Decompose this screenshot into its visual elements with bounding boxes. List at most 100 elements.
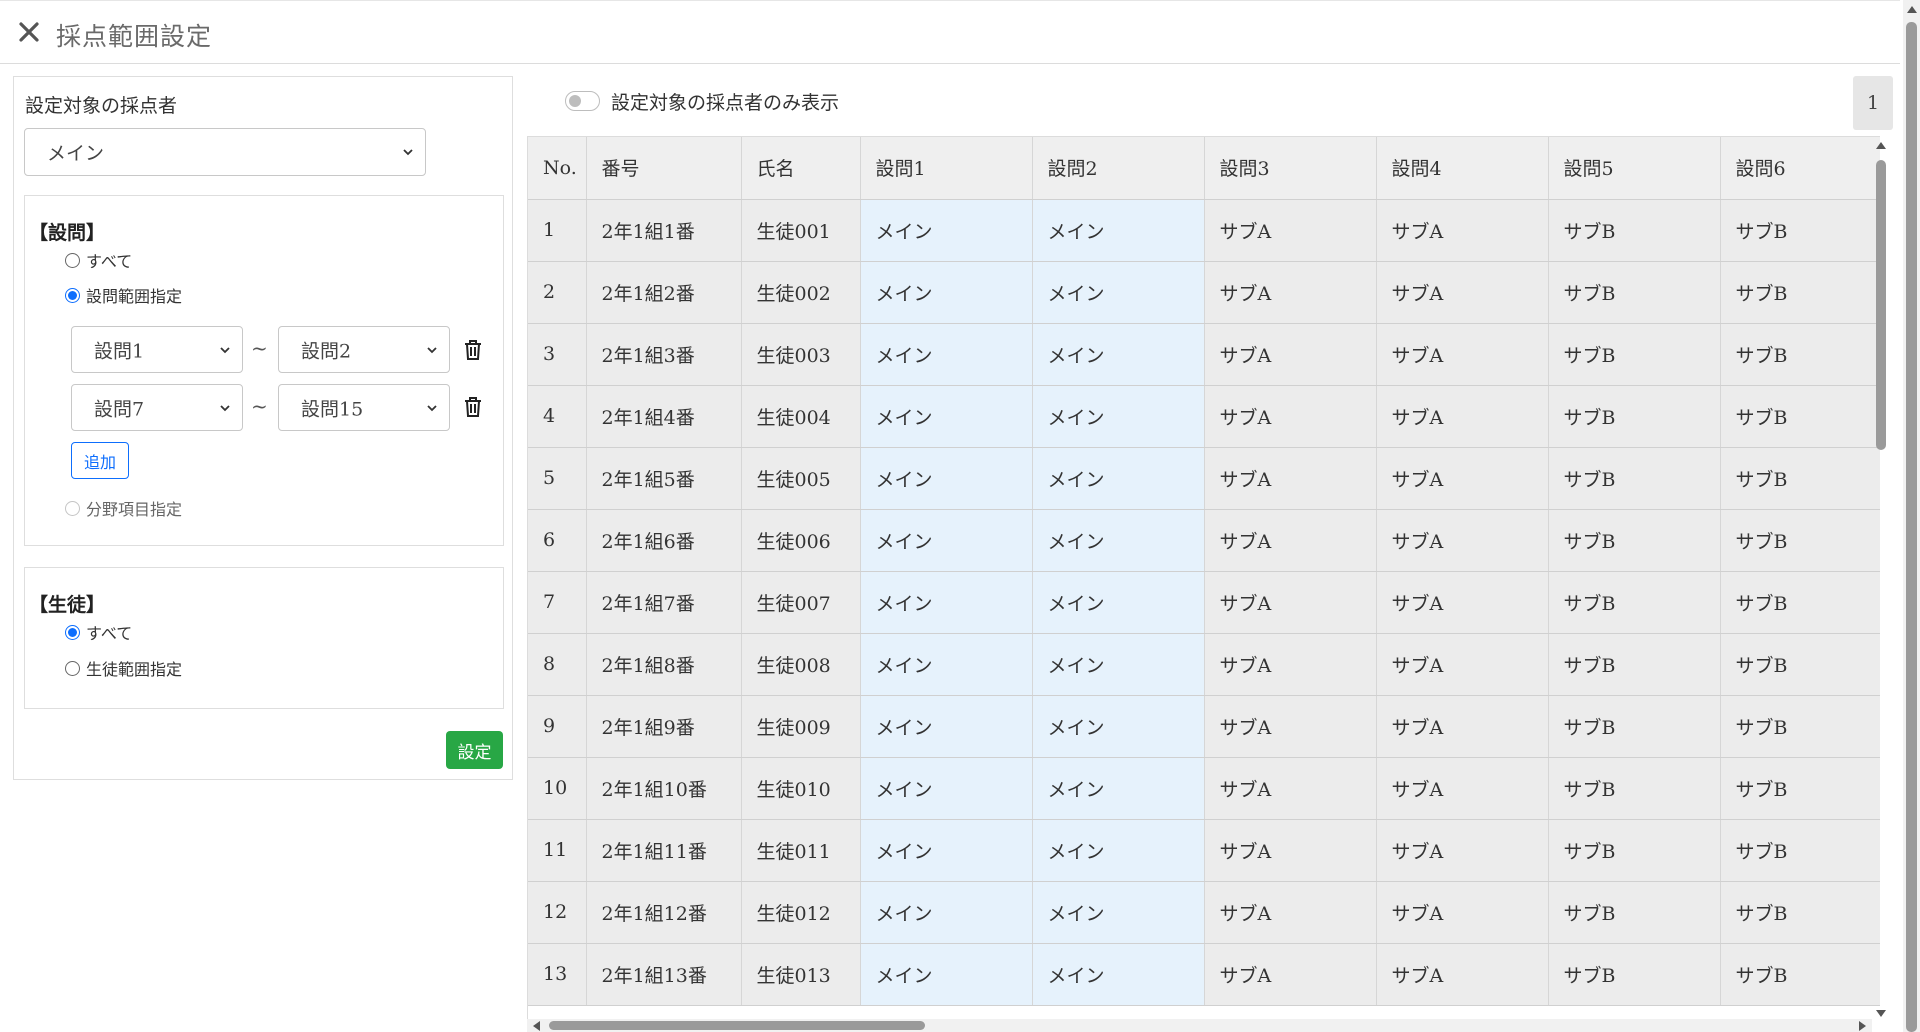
table-cell[interactable]: サブB (1548, 323, 1721, 386)
table-cell[interactable]: サブA (1204, 881, 1377, 944)
table-cell[interactable]: サブB (1720, 633, 1880, 696)
table-cell[interactable]: メイン (1032, 695, 1205, 758)
scroll-thumb[interactable] (1876, 160, 1886, 450)
table-cell[interactable]: サブA (1376, 881, 1549, 944)
table-cell[interactable]: メイン (860, 881, 1033, 944)
table-row[interactable]: 3 2年1組3番 生徒003 メイン メイン サブA サブA サブB サブB (528, 323, 1880, 386)
table-cell[interactable]: サブA (1376, 447, 1549, 510)
table-row[interactable]: 12 2年1組12番 生徒012 メイン メイン サブA サブA サブB サブB (528, 881, 1880, 944)
table-row[interactable]: 9 2年1組9番 生徒009 メイン メイン サブA サブA サブB サブB (528, 695, 1880, 758)
table-cell[interactable]: メイン (860, 385, 1033, 448)
table-cell[interactable]: メイン (860, 261, 1033, 324)
scroll-down-icon[interactable] (1876, 1010, 1886, 1017)
table-row[interactable]: 8 2年1組8番 生徒008 メイン メイン サブA サブA サブB サブB (528, 633, 1880, 696)
student-range-option[interactable]: 生徒範囲指定 (65, 656, 182, 680)
table-horizontal-scrollbar[interactable] (527, 1019, 1872, 1032)
table-cell[interactable]: サブA (1376, 323, 1549, 386)
table-cell[interactable]: メイン (860, 819, 1033, 882)
close-icon[interactable] (14, 17, 44, 47)
table-cell[interactable]: サブB (1548, 199, 1721, 262)
table-cell[interactable]: サブA (1204, 323, 1377, 386)
table-cell[interactable]: サブA (1204, 943, 1377, 1006)
table-cell[interactable]: サブB (1720, 943, 1880, 1006)
table-cell[interactable]: サブB (1720, 323, 1880, 386)
table-cell[interactable]: サブA (1204, 633, 1377, 696)
table-row[interactable]: 5 2年1組5番 生徒005 メイン メイン サブA サブA サブB サブB (528, 447, 1880, 510)
table-cell[interactable]: サブA (1376, 571, 1549, 634)
table-cell[interactable]: サブB (1548, 509, 1721, 572)
table-cell[interactable]: メイン (1032, 757, 1205, 820)
table-cell[interactable]: サブB (1548, 385, 1721, 448)
table-row[interactable]: 10 2年1組10番 生徒010 メイン メイン サブA サブA サブB サブB (528, 757, 1880, 820)
scroll-up-icon[interactable] (1907, 6, 1917, 13)
table-cell[interactable]: サブA (1376, 695, 1549, 758)
table-cell[interactable]: サブA (1376, 509, 1549, 572)
table-cell[interactable]: メイン (860, 571, 1033, 634)
table-cell[interactable]: サブA (1376, 199, 1549, 262)
table-cell[interactable]: サブB (1548, 819, 1721, 882)
table-cell[interactable]: サブB (1548, 571, 1721, 634)
table-cell[interactable]: メイン (1032, 819, 1205, 882)
table-cell[interactable]: サブB (1720, 447, 1880, 510)
table-cell[interactable]: メイン (860, 695, 1033, 758)
range2-to-select[interactable]: 設問15 (278, 384, 450, 431)
trash-icon[interactable] (462, 395, 484, 419)
page-number-button[interactable]: 1 (1853, 76, 1893, 130)
table-row[interactable]: 1 2年1組1番 生徒001 メイン メイン サブA サブA サブB サブB (528, 199, 1880, 262)
radio-student-range[interactable] (65, 660, 80, 676)
radio-field-item[interactable] (65, 500, 80, 516)
table-cell[interactable]: サブA (1204, 385, 1377, 448)
table-cell[interactable]: メイン (860, 509, 1033, 572)
table-cell[interactable]: メイン (860, 199, 1033, 262)
scroll-left-icon[interactable] (533, 1021, 540, 1031)
table-cell[interactable]: サブA (1204, 695, 1377, 758)
student-all-option[interactable]: すべて (65, 620, 132, 644)
table-cell[interactable]: サブA (1204, 447, 1377, 510)
add-range-button[interactable]: 追加 (71, 442, 129, 479)
table-cell[interactable]: サブB (1548, 261, 1721, 324)
table-cell[interactable]: サブB (1548, 881, 1721, 944)
table-cell[interactable]: サブA (1204, 571, 1377, 634)
table-cell[interactable]: サブA (1376, 757, 1549, 820)
scroll-right-icon[interactable] (1859, 1021, 1866, 1031)
table-cell[interactable]: サブB (1548, 943, 1721, 1006)
table-cell[interactable]: メイン (1032, 447, 1205, 510)
table-cell[interactable]: メイン (860, 323, 1033, 386)
table-cell[interactable]: メイン (1032, 323, 1205, 386)
table-cell[interactable]: サブA (1376, 385, 1549, 448)
table-row[interactable]: 11 2年1組11番 生徒011 メイン メイン サブA サブA サブB サブB (528, 819, 1880, 882)
table-cell[interactable]: サブA (1204, 819, 1377, 882)
table-cell[interactable]: サブB (1548, 757, 1721, 820)
range2-from-select[interactable]: 設問7 (71, 384, 243, 431)
table-cell[interactable]: メイン (1032, 261, 1205, 324)
filter-toggle[interactable] (565, 91, 600, 111)
table-row[interactable]: 13 2年1組13番 生徒013 メイン メイン サブA サブA サブB サブB (528, 943, 1880, 1006)
table-cell[interactable]: サブB (1548, 633, 1721, 696)
table-cell[interactable]: サブB (1548, 447, 1721, 510)
set-button[interactable]: 設定 (446, 731, 503, 769)
table-vertical-scrollbar[interactable] (1872, 136, 1890, 1023)
table-cell[interactable]: メイン (1032, 571, 1205, 634)
table-row[interactable]: 6 2年1組6番 生徒006 メイン メイン サブA サブA サブB サブB (528, 509, 1880, 572)
table-cell[interactable]: メイン (860, 757, 1033, 820)
field-item-option[interactable]: 分野項目指定 (65, 496, 182, 520)
table-cell[interactable]: サブA (1376, 819, 1549, 882)
table-row[interactable]: 7 2年1組7番 生徒007 メイン メイン サブA サブA サブB サブB (528, 571, 1880, 634)
radio-student-all[interactable] (65, 624, 80, 640)
table-cell[interactable]: サブB (1720, 261, 1880, 324)
table-cell[interactable]: サブA (1204, 261, 1377, 324)
radio-question-all[interactable] (65, 252, 80, 268)
table-row[interactable]: 4 2年1組4番 生徒004 メイン メイン サブA サブA サブB サブB (528, 385, 1880, 448)
scroll-thumb[interactable] (1906, 22, 1917, 1032)
table-cell[interactable]: サブB (1548, 695, 1721, 758)
table-cell[interactable]: サブA (1204, 757, 1377, 820)
trash-icon[interactable] (462, 338, 484, 362)
scroll-thumb[interactable] (549, 1021, 925, 1030)
table-cell[interactable]: メイン (1032, 385, 1205, 448)
table-cell[interactable]: サブB (1720, 695, 1880, 758)
target-grader-select[interactable]: メイン (24, 128, 426, 176)
scroll-up-icon[interactable] (1876, 142, 1886, 149)
radio-question-range[interactable] (65, 287, 80, 303)
range1-from-select[interactable]: 設問1 (71, 326, 243, 373)
table-cell[interactable]: メイン (1032, 199, 1205, 262)
